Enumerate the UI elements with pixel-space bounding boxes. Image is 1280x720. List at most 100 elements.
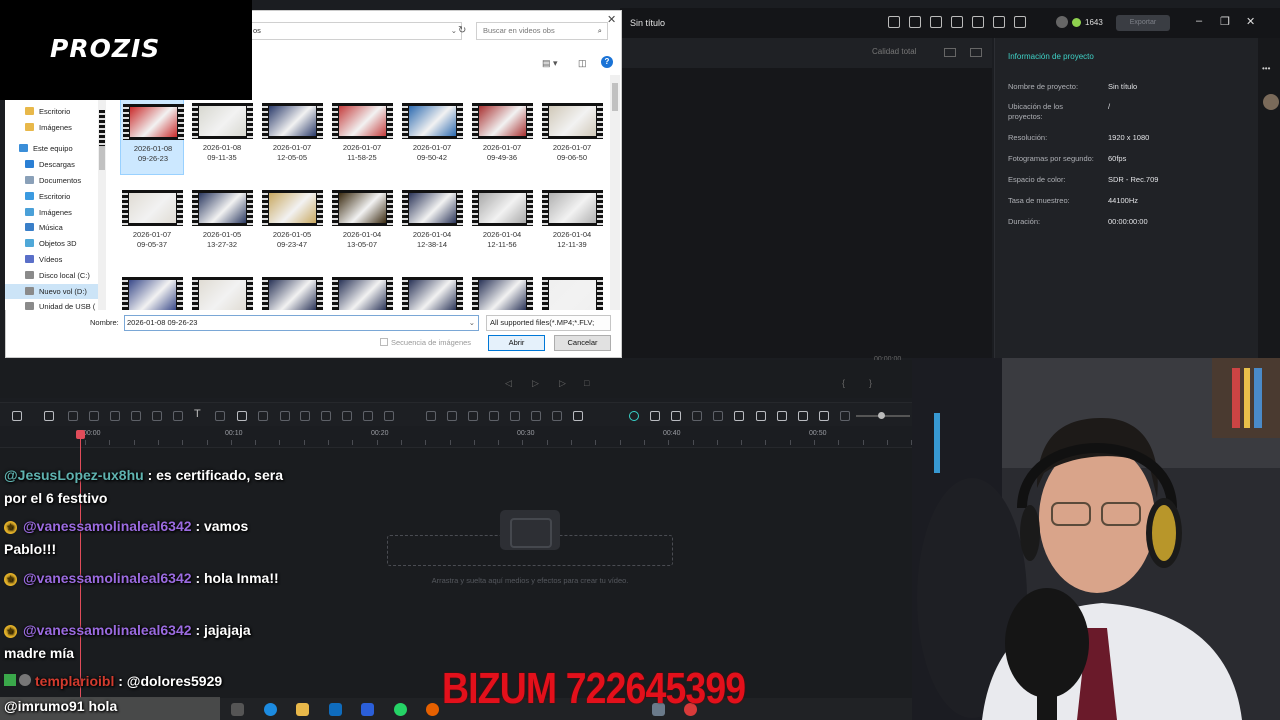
ai-tool-icon[interactable] xyxy=(237,411,247,421)
group-icon[interactable] xyxy=(510,411,520,421)
timeline-ruler[interactable]: 00:00 00:10 00:20 00:30 00:40 00:50 xyxy=(0,426,961,448)
text-tool-icon[interactable]: T xyxy=(194,408,201,420)
nav-scrollbar[interactable] xyxy=(98,100,106,310)
zoom-slider-handle[interactable] xyxy=(878,412,885,419)
keyframe-icon[interactable] xyxy=(215,411,225,421)
file-item[interactable] xyxy=(470,273,534,310)
file-scrollbar[interactable] xyxy=(610,75,620,310)
view-options-icon[interactable]: ▤ ▾ xyxy=(542,58,558,69)
file-item[interactable] xyxy=(190,273,254,310)
file-item[interactable]: 2026-01-04 12-11-39 xyxy=(540,186,604,262)
undo-icon[interactable] xyxy=(68,411,78,421)
ai-assistant-icon[interactable] xyxy=(629,411,639,421)
search-icon[interactable] xyxy=(573,411,583,421)
play-icon[interactable]: ▷ xyxy=(559,378,567,388)
apps-icon[interactable] xyxy=(1014,16,1026,28)
color-icon[interactable] xyxy=(321,411,331,421)
nav-item[interactable]: Imágenes xyxy=(25,120,123,135)
firefox-icon[interactable] xyxy=(426,703,439,716)
address-bar[interactable]: os ⌄ xyxy=(250,22,462,40)
playhead-handle[interactable] xyxy=(76,430,85,439)
mark-out-icon[interactable]: } xyxy=(869,378,877,388)
play-back-icon[interactable]: ▷ xyxy=(532,378,540,388)
stop-icon[interactable]: □ xyxy=(584,378,592,388)
delete-icon[interactable] xyxy=(110,411,120,421)
redo-icon[interactable] xyxy=(89,411,99,421)
file-item[interactable]: 2026-01-07 09-49-36 xyxy=(470,99,534,175)
multitrack-icon[interactable] xyxy=(798,411,808,421)
split-icon[interactable] xyxy=(131,411,141,421)
overflow-icon[interactable]: ••• xyxy=(1262,64,1270,73)
nav-item-selected[interactable]: Nuevo vol (D:) xyxy=(5,284,98,299)
file-type-select[interactable]: All supported files(*.MP4;*.FLV; xyxy=(486,315,611,331)
speed-icon[interactable] xyxy=(173,411,183,421)
file-item[interactable]: 2026-01-04 13-05-07 xyxy=(330,186,394,262)
link-icon[interactable] xyxy=(692,411,702,421)
monitor-icon[interactable] xyxy=(951,16,963,28)
file-item[interactable]: 2026-01-07 09-05-37 xyxy=(120,186,184,262)
file-item[interactable]: 2026-01-05 09-23-47 xyxy=(260,186,324,262)
headset-icon[interactable] xyxy=(993,16,1005,28)
prev-frame-icon[interactable]: ◁ xyxy=(505,378,513,388)
zoom-out-icon[interactable] xyxy=(840,411,850,421)
file-item[interactable]: 2026-01-04 12-11-56 xyxy=(470,186,534,262)
layout-icon[interactable] xyxy=(12,411,22,421)
send-icon[interactable] xyxy=(909,16,921,28)
edge-icon[interactable] xyxy=(264,703,277,716)
track-icon[interactable] xyxy=(552,411,562,421)
nav-item[interactable]: Vídeos xyxy=(25,252,123,267)
file-item[interactable]: 2026-01-07 12-05-05 xyxy=(260,99,324,175)
cloud-icon[interactable] xyxy=(972,16,984,28)
render-icon[interactable] xyxy=(671,411,681,421)
file-item[interactable]: 2026-01-08 09-11-35 xyxy=(190,99,254,175)
avatar[interactable] xyxy=(1263,94,1279,110)
mask-icon[interactable] xyxy=(300,411,310,421)
nav-item[interactable]: Música xyxy=(25,220,123,235)
chevron-down-icon[interactable]: ⌄ xyxy=(451,23,457,39)
motion-icon[interactable] xyxy=(531,411,541,421)
nav-item[interactable]: Descargas xyxy=(25,157,123,172)
microphone-icon[interactable] xyxy=(756,411,766,421)
outlook-icon[interactable] xyxy=(329,703,342,716)
file-item-selected[interactable]: 2026-01-08 09-26-23 xyxy=(120,99,184,175)
list-icon[interactable] xyxy=(930,16,942,28)
mark-in-icon[interactable]: { xyxy=(842,378,850,388)
close-icon[interactable]: ✕ xyxy=(1246,15,1255,28)
word-icon[interactable] xyxy=(361,703,374,716)
file-scrollbar-thumb[interactable] xyxy=(612,83,618,111)
file-item[interactable] xyxy=(260,273,324,310)
chevron-down-icon[interactable]: ⌄ xyxy=(469,316,475,330)
credits-indicator[interactable]: 1643 xyxy=(1056,16,1103,28)
filename-input[interactable]: 2026-01-08 09-26-23 ⌄ xyxy=(124,315,479,331)
checkbox-box[interactable] xyxy=(380,338,388,346)
nav-item[interactable]: Objetos 3D xyxy=(25,236,123,251)
nav-item[interactable]: Unidad de USB ( xyxy=(25,299,123,314)
mixer-icon[interactable] xyxy=(777,411,787,421)
whatsapp-icon[interactable] xyxy=(394,703,407,716)
marker-icon[interactable] xyxy=(713,411,723,421)
quality-select[interactable]: Calidad total xyxy=(872,47,916,56)
restore-icon[interactable]: ❐ xyxy=(1220,15,1230,28)
file-item[interactable]: 2026-01-04 12-38-14 xyxy=(400,186,464,262)
minimize-icon[interactable]: – xyxy=(1196,15,1202,27)
detach-icon[interactable] xyxy=(447,411,457,421)
export-button[interactable]: Exportar xyxy=(1116,15,1170,31)
file-item[interactable] xyxy=(540,273,604,310)
image-sequence-checkbox[interactable]: Secuencia de imágenes xyxy=(380,338,471,347)
file-item[interactable]: 2026-01-07 09-50-42 xyxy=(400,99,464,175)
effect-icon[interactable] xyxy=(258,411,268,421)
audio-icon[interactable] xyxy=(468,411,478,421)
nav-item[interactable]: Documentos xyxy=(25,173,123,188)
snapshot-icon[interactable] xyxy=(970,48,982,57)
layout-icon[interactable] xyxy=(944,48,956,57)
avatar[interactable] xyxy=(1056,16,1068,28)
refresh-icon[interactable]: ↻ xyxy=(458,25,466,36)
freeze-icon[interactable] xyxy=(426,411,436,421)
fit-icon[interactable] xyxy=(489,411,499,421)
file-item[interactable] xyxy=(400,273,464,310)
stabilize-icon[interactable] xyxy=(363,411,373,421)
nav-item[interactable]: Escritorio xyxy=(25,189,123,204)
snap-icon[interactable] xyxy=(650,411,660,421)
file-explorer-icon[interactable] xyxy=(296,703,309,716)
nav-item[interactable]: Disco local (C:) xyxy=(25,268,123,283)
